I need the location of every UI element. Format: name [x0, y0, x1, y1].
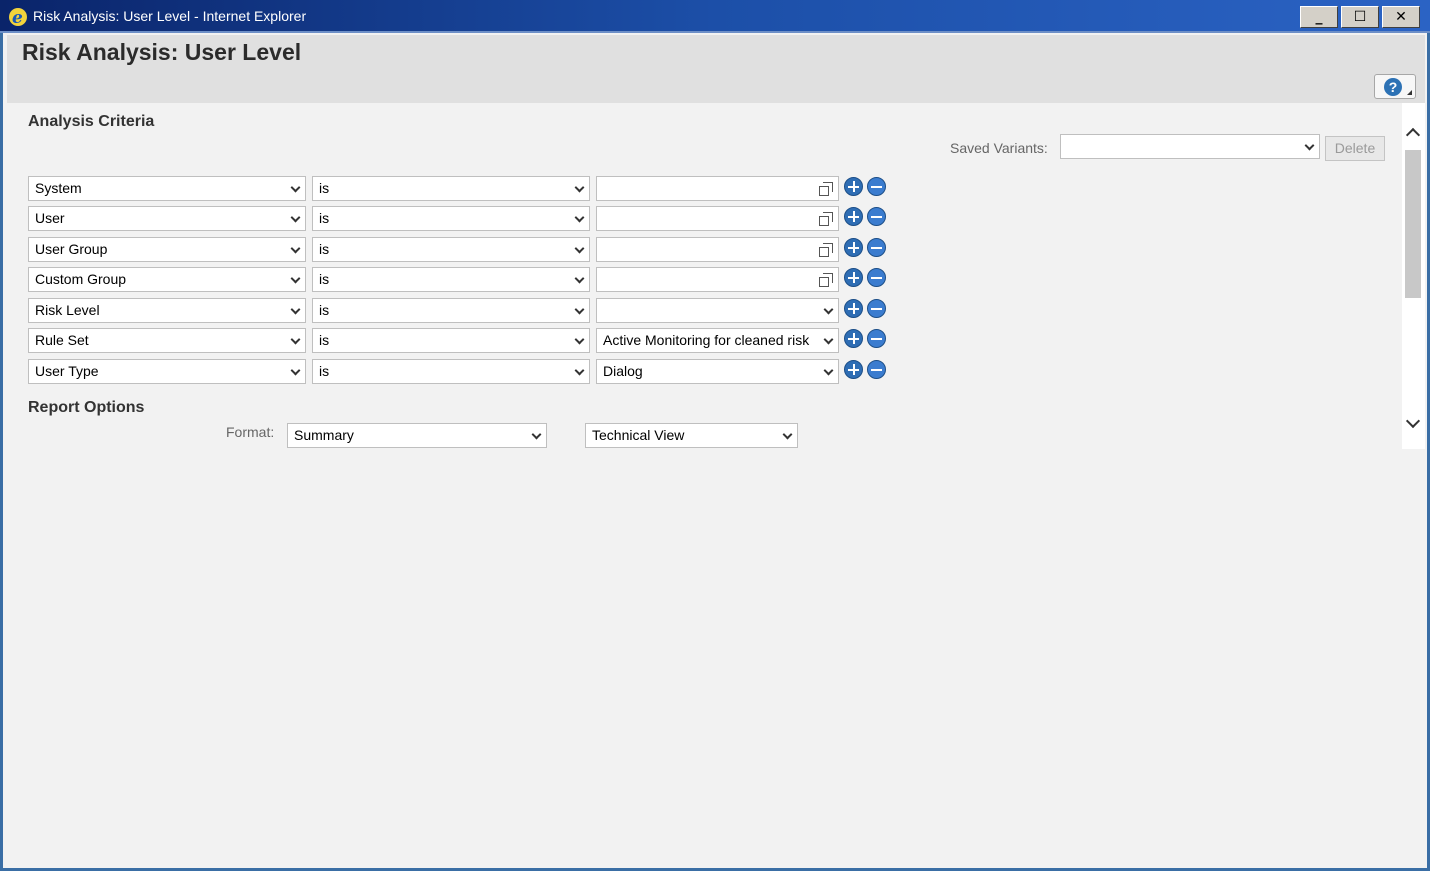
help-button[interactable]: ?: [1374, 74, 1416, 99]
close-button[interactable]: ✕: [1382, 6, 1420, 28]
add-row-button[interactable]: [844, 268, 863, 287]
value-help-icon[interactable]: [819, 243, 833, 257]
minimize-button[interactable]: _: [1300, 6, 1338, 28]
format-select[interactable]: Summary: [287, 423, 547, 448]
add-row-button[interactable]: [844, 299, 863, 318]
add-row-button[interactable]: [844, 207, 863, 226]
criteria-field-select[interactable]: User Type: [28, 359, 306, 384]
criteria-panel: Analysis Criteria Saved Variants: Delete…: [7, 103, 1403, 449]
remove-row-button[interactable]: [867, 329, 886, 348]
criteria-operator-select[interactable]: is: [312, 298, 590, 323]
criteria-value-input[interactable]: [596, 206, 839, 231]
remove-row-button[interactable]: [867, 299, 886, 318]
criteria-value-select[interactable]: [596, 298, 839, 323]
add-row-button[interactable]: [844, 177, 863, 196]
criteria-value-select[interactable]: Dialog: [596, 359, 839, 384]
criteria-field-select[interactable]: Custom Group: [28, 267, 306, 292]
criteria-field-select[interactable]: Risk Level: [28, 298, 306, 323]
chevron-down-icon: [1304, 140, 1315, 151]
criteria-operator-select[interactable]: is: [312, 359, 590, 384]
report-options-heading: Report Options: [28, 399, 145, 416]
criteria-field-select[interactable]: User Group: [28, 237, 306, 262]
criteria-value-input[interactable]: [596, 267, 839, 292]
criteria-operator-select[interactable]: is: [312, 176, 590, 201]
internet-explorer-icon: e: [9, 8, 27, 27]
content-scrollbar[interactable]: [1402, 103, 1425, 449]
scrollbar-thumb[interactable]: [1405, 150, 1421, 298]
maximize-button[interactable]: ☐: [1341, 6, 1379, 28]
dropdown-corner-icon: [1407, 90, 1412, 95]
add-row-button[interactable]: [844, 329, 863, 348]
value-help-icon[interactable]: [819, 182, 833, 196]
criteria-operator-select[interactable]: is: [312, 267, 590, 292]
chevron-down-icon: [823, 304, 834, 315]
view-select[interactable]: Technical View: [585, 423, 798, 448]
remove-row-button[interactable]: [867, 238, 886, 257]
analysis-criteria-heading: Analysis Criteria: [28, 113, 155, 130]
remove-row-button[interactable]: [867, 360, 886, 379]
format-label: Format:: [226, 424, 275, 440]
criteria-operator-select[interactable]: is: [312, 206, 590, 231]
remove-row-button[interactable]: [867, 207, 886, 226]
add-row-button[interactable]: [844, 360, 863, 379]
svg-text:e: e: [12, 8, 23, 27]
page-title: Risk Analysis: User Level: [22, 39, 302, 65]
page-header: Risk Analysis: User Level ?: [7, 35, 1425, 103]
saved-variants-select[interactable]: [1060, 134, 1320, 159]
remove-row-button[interactable]: [867, 268, 886, 287]
question-icon: ?: [1384, 78, 1402, 96]
criteria-value-input[interactable]: [596, 237, 839, 262]
criteria-operator-select[interactable]: is: [312, 237, 590, 262]
criteria-value-select[interactable]: Active Monitoring for cleaned risk: [596, 328, 839, 353]
scroll-up-icon[interactable]: [1405, 127, 1421, 143]
criteria-field-select[interactable]: Rule Set: [28, 328, 306, 353]
remove-row-button[interactable]: [867, 177, 886, 196]
window-title: Risk Analysis: User Level - Internet Exp…: [33, 8, 307, 24]
criteria-field-select[interactable]: System: [28, 176, 306, 201]
criteria-value-input[interactable]: [596, 176, 839, 201]
criteria-operator-select[interactable]: is: [312, 328, 590, 353]
empty-results-area: [7, 449, 1425, 867]
saved-variants-label: Saved Variants:: [950, 140, 1048, 156]
value-help-icon[interactable]: [819, 273, 833, 287]
add-row-button[interactable]: [844, 238, 863, 257]
delete-variant-button[interactable]: Delete: [1325, 136, 1385, 161]
value-help-icon[interactable]: [819, 212, 833, 226]
scroll-down-icon[interactable]: [1405, 413, 1421, 429]
browser-window: e Risk Analysis: User Level - Internet E…: [0, 0, 1430, 871]
window-titlebar: e Risk Analysis: User Level - Internet E…: [0, 0, 1430, 33]
criteria-field-select[interactable]: User: [28, 206, 306, 231]
